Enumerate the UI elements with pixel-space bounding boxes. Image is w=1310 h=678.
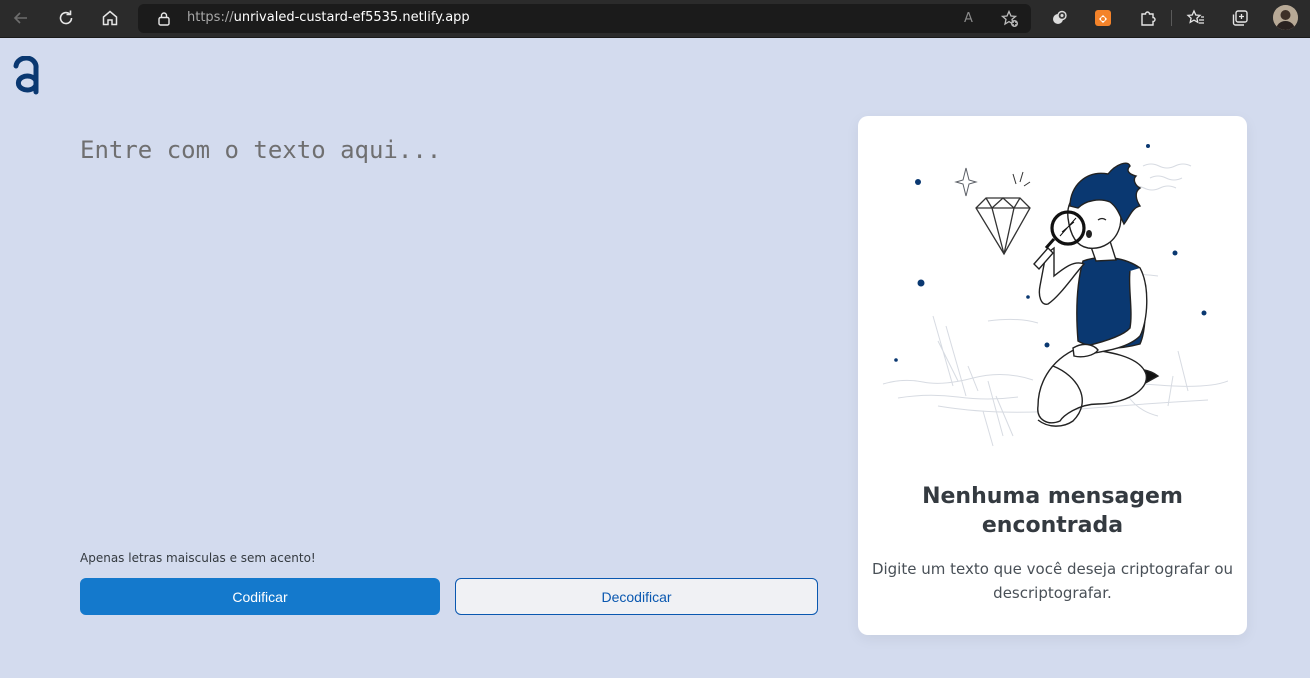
extension-icon bbox=[1053, 10, 1067, 24]
read-aloud-icon: A bbox=[964, 11, 973, 26]
toolbar-divider bbox=[1171, 10, 1172, 26]
read-aloud-button[interactable]: A bbox=[964, 9, 984, 29]
favorites-button[interactable] bbox=[1185, 7, 1207, 29]
hint-text: Apenas letras maisculas e sem acento! bbox=[80, 551, 316, 565]
profile-avatar[interactable] bbox=[1273, 5, 1298, 30]
decrypt-button[interactable]: Decodificar bbox=[455, 578, 818, 615]
extensions-button[interactable] bbox=[1137, 7, 1159, 29]
extension-button-2[interactable] bbox=[1092, 7, 1114, 29]
browser-toolbar: https://unrivaled-custard-ef5535.netlify… bbox=[0, 0, 1310, 38]
back-icon bbox=[13, 12, 27, 24]
hint-label: Apenas letras maisculas e sem acento! bbox=[80, 551, 316, 565]
add-favorite-icon bbox=[1000, 9, 1018, 27]
result-description: Digite um texto que você deseja criptogr… bbox=[871, 560, 1234, 602]
collections-icon bbox=[1232, 10, 1248, 26]
result-title: Nenhuma mensagem encontrada bbox=[922, 484, 1183, 538]
home-icon bbox=[102, 10, 118, 26]
avatar-icon bbox=[1273, 5, 1298, 30]
url-text[interactable]: https://unrivaled-custard-ef5535.netlify… bbox=[187, 10, 470, 25]
alura-logo bbox=[12, 55, 40, 98]
add-favorite-button[interactable] bbox=[1000, 9, 1020, 29]
favorites-icon bbox=[1186, 9, 1204, 24]
encrypt-button[interactable]: Codificar bbox=[80, 578, 440, 615]
logo-icon bbox=[13, 55, 39, 95]
url-scheme: https:// bbox=[187, 10, 234, 25]
page: Apenas letras maisculas e sem acento! Co… bbox=[0, 38, 1310, 678]
decrypt-button-label: Decodificar bbox=[601, 588, 672, 605]
extension-orange-icon bbox=[1095, 10, 1111, 26]
home-button[interactable] bbox=[97, 6, 123, 30]
reload-button[interactable] bbox=[53, 6, 79, 30]
result-card: Nenhuma mensagem encontrada Digite um te… bbox=[858, 116, 1247, 635]
reload-icon bbox=[59, 10, 73, 25]
text-input[interactable] bbox=[80, 136, 820, 536]
encrypt-button-label: Codificar bbox=[232, 588, 288, 605]
back-button[interactable] bbox=[8, 6, 34, 30]
address-bar[interactable]: https://unrivaled-custard-ef5535.netlify… bbox=[138, 4, 1031, 33]
url-host: unrivaled-custard-ef5535.netlify.app bbox=[233, 10, 470, 25]
extension-button[interactable] bbox=[1049, 7, 1071, 29]
searching-illustration bbox=[882, 144, 1228, 447]
extensions-icon bbox=[1141, 11, 1156, 26]
lock-icon bbox=[158, 12, 170, 26]
collections-button[interactable] bbox=[1229, 7, 1251, 29]
